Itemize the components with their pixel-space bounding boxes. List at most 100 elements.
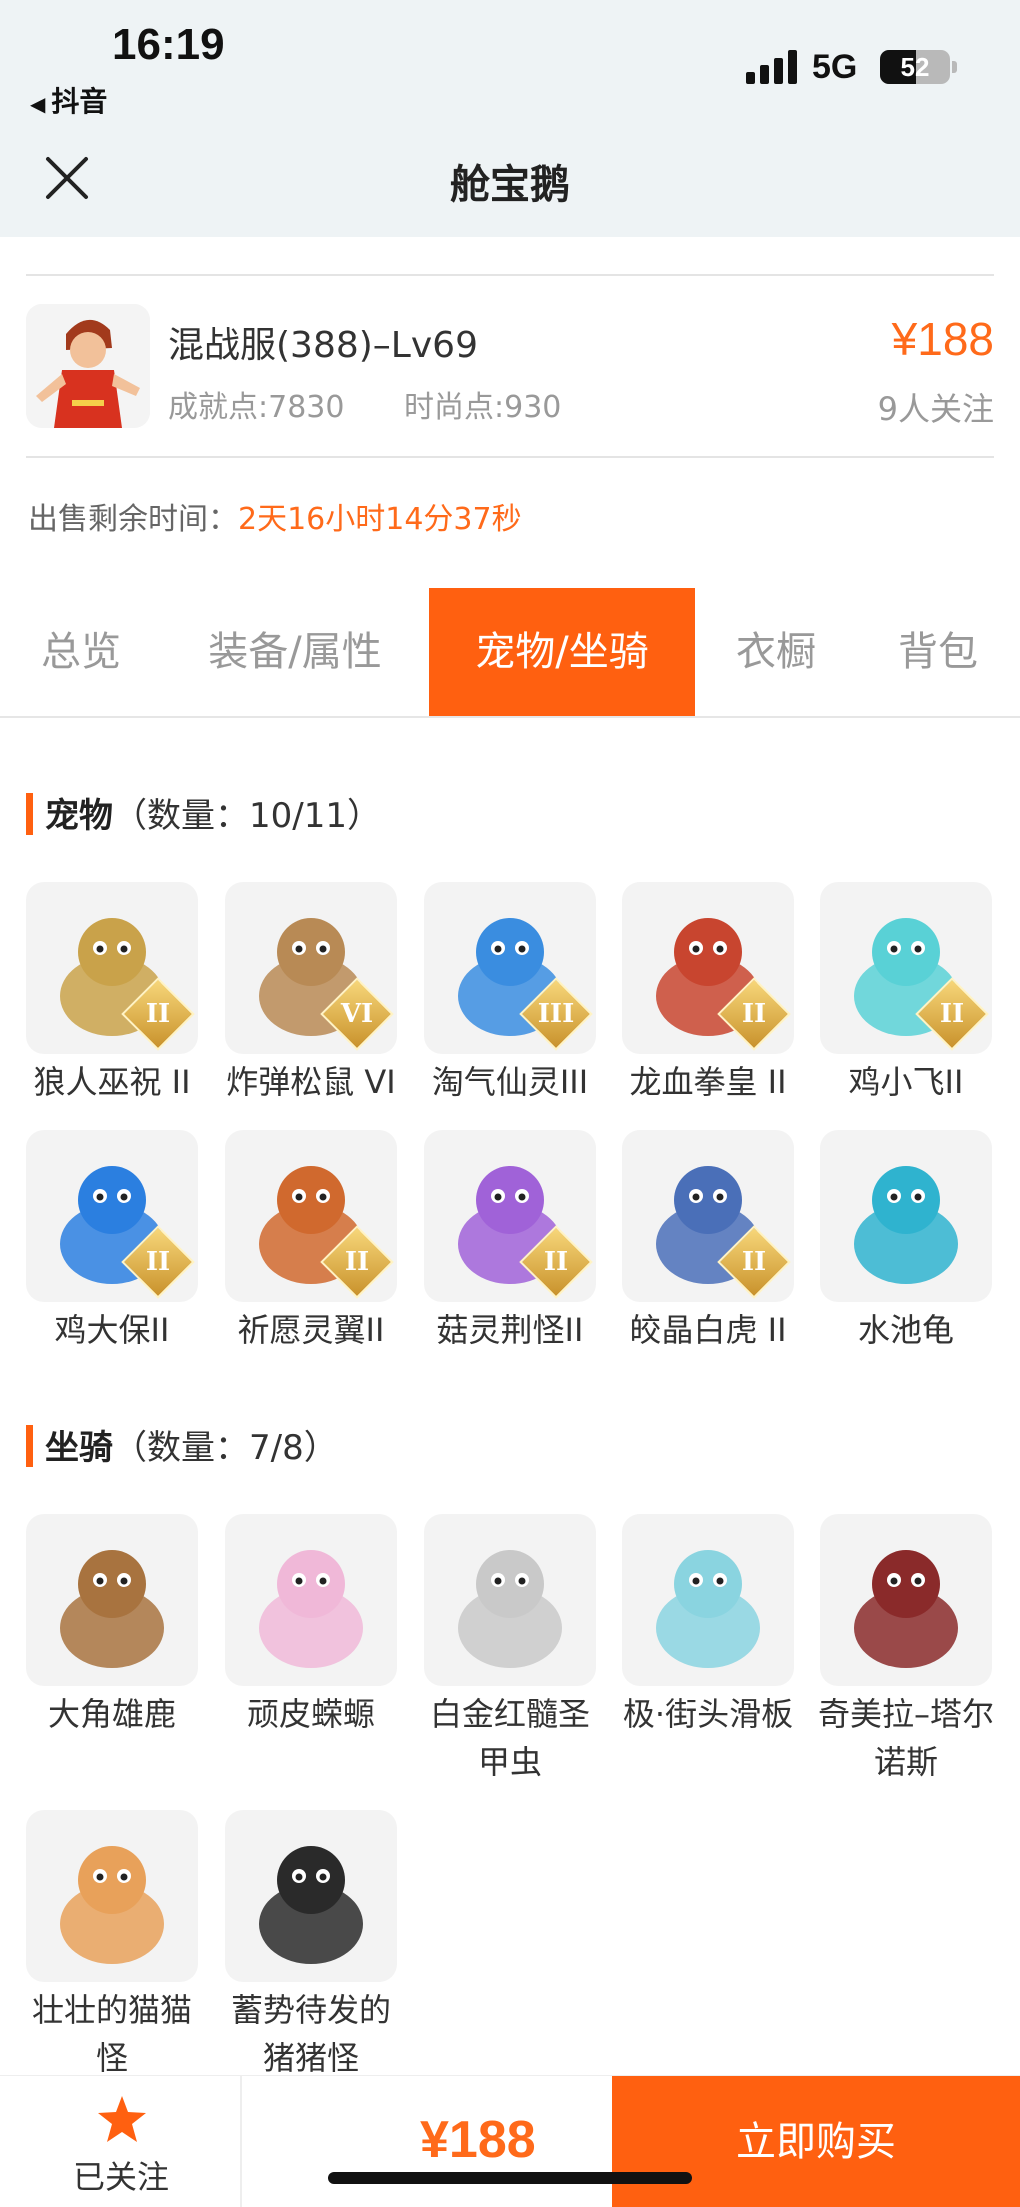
pets-title: 宠物	[45, 796, 113, 836]
signal-icon	[746, 50, 798, 84]
item-name: 壮壮的猫猫怪	[31, 1991, 192, 2077]
bottom-price: ¥188	[420, 2111, 536, 2169]
divider	[26, 456, 994, 458]
mushroom-spirit-icon: II	[424, 1130, 596, 1302]
rank-badge-label: II	[145, 1247, 171, 1277]
grid-item[interactable]: 水池龟	[820, 1130, 992, 1354]
grid-item[interactable]: 白金红髓圣甲虫	[424, 1514, 596, 1786]
item-name: 菇灵荆怪II	[436, 1311, 584, 1349]
back-app-label: 抖音	[51, 85, 108, 118]
rank-badge-label: III	[537, 999, 575, 1029]
grid-item[interactable]: II 鸡大保II	[26, 1130, 198, 1354]
mounts-section-title: 坐骑（数量：7/8）	[26, 1420, 338, 1469]
buy-now-button[interactable]: 立即购买	[612, 2076, 1020, 2207]
chubby-cat-icon	[26, 1810, 198, 1982]
bottom-action-bar: 已关注 ¥188 立即购买	[0, 2075, 1020, 2207]
battery-icon: 52	[880, 50, 950, 84]
grid-item[interactable]: II 皎晶白虎 II	[622, 1130, 794, 1354]
tab-pets-mounts[interactable]: 宠物/坐骑	[429, 588, 695, 716]
chick-fly-icon: II	[820, 882, 992, 1054]
follow-label: 已关注	[72, 2158, 169, 2196]
grid-item[interactable]: 顽皮蝾螈	[225, 1514, 397, 1738]
ready-pig-icon	[225, 1810, 397, 1982]
rank-badge-label: II	[344, 1247, 370, 1277]
grid-item[interactable]: 蓄势待发的猪猪怪	[225, 1810, 397, 2082]
rank-badge-label: II	[741, 999, 767, 1029]
naughty-spirit-icon: III	[424, 882, 596, 1054]
back-to-app-link[interactable]: ◀ 抖音	[30, 80, 107, 120]
item-name: 鸡小飞II	[848, 1063, 964, 1101]
achievement-points: 成就点:7830	[168, 390, 345, 425]
naughty-salamander-icon	[225, 1514, 397, 1686]
item-name: 白金红髓圣甲虫	[429, 1695, 590, 1781]
rank-badge-label: II	[741, 1247, 767, 1277]
grid-item[interactable]: II 鸡小飞II	[820, 882, 992, 1106]
street-skateboard-icon	[622, 1514, 794, 1686]
item-name: 皎晶白虎 II	[629, 1311, 787, 1349]
tab-overview[interactable]: 总览	[0, 588, 162, 716]
remaining-time-label: 出售剩余时间：	[28, 502, 238, 537]
tab-backpack[interactable]: 背包	[876, 588, 1000, 716]
white-tiger-icon: II	[622, 1130, 794, 1302]
product-price: ¥188	[891, 313, 994, 365]
grid-item[interactable]: II 菇灵荆怪II	[424, 1130, 596, 1354]
great-elk-icon	[26, 1514, 198, 1686]
item-name: 水池龟	[857, 1311, 954, 1349]
rank-badge-label: II	[939, 999, 965, 1029]
item-name: 蓄势待发的猪猪怪	[230, 1991, 391, 2077]
remaining-time: 出售剩余时间：2天16小时14分37秒	[28, 494, 522, 538]
bomb-squirrel-icon: VI	[225, 882, 397, 1054]
section-accent-bar	[26, 1425, 33, 1467]
mounts-title: 坐骑	[45, 1428, 113, 1468]
character-avatar	[26, 304, 150, 428]
item-name: 淘气仙灵III	[431, 1063, 589, 1101]
chimera-icon	[820, 1514, 992, 1686]
item-name: 狼人巫祝 II	[33, 1063, 191, 1101]
watcher-count: 9人关注	[877, 390, 994, 428]
grid-item[interactable]: III 淘气仙灵III	[424, 882, 596, 1106]
remaining-time-value: 2天16小时14分37秒	[238, 502, 522, 537]
item-name: 龙血拳皇 II	[629, 1063, 787, 1101]
item-name: 炸弹松鼠 VI	[226, 1063, 396, 1101]
grid-item[interactable]: VI 炸弹松鼠 VI	[225, 882, 397, 1106]
tab-equipment[interactable]: 装备/属性	[182, 588, 408, 716]
grid-item[interactable]: 奇美拉–塔尔诺斯	[818, 1514, 994, 1786]
pond-turtle-icon	[820, 1130, 992, 1302]
section-accent-bar	[26, 793, 33, 835]
star-icon	[98, 2096, 146, 2142]
item-name: 祈愿灵翼II	[237, 1311, 385, 1349]
header: 16:19 ◀ 抖音 5G 52 舱宝鹅	[0, 0, 1020, 237]
pets-section-title: 宠物（数量：10/11）	[26, 788, 381, 837]
item-name: 奇美拉–塔尔诺斯	[817, 1695, 994, 1781]
chick-guard-icon: II	[26, 1130, 198, 1302]
battery-tip	[952, 61, 957, 73]
tab-wardrobe[interactable]: 衣橱	[714, 588, 838, 716]
tab-divider	[0, 716, 1020, 718]
grid-item[interactable]: II 祈愿灵翼II	[225, 1130, 397, 1354]
product-name: 混战服(388)–Lv69	[168, 325, 478, 366]
grid-item[interactable]: II 狼人巫祝 II	[26, 882, 198, 1106]
wish-wing-icon: II	[225, 1130, 397, 1302]
rank-badge-label: II	[145, 999, 171, 1029]
follow-button[interactable]: 已关注	[0, 2076, 242, 2207]
status-time: 16:19	[112, 20, 225, 69]
wolf-shaman-icon: II	[26, 882, 198, 1054]
rank-badge-label: II	[543, 1247, 569, 1277]
network-type: 5G	[812, 48, 858, 86]
divider	[26, 274, 994, 276]
back-triangle-icon: ◀	[30, 92, 46, 116]
grid-item[interactable]: 大角雄鹿	[26, 1514, 198, 1738]
pets-count: （数量：10/11）	[113, 796, 381, 836]
rank-badge-label: VI	[340, 999, 374, 1029]
grid-item[interactable]: II 龙血拳皇 II	[622, 882, 794, 1106]
platinum-beetle-icon	[424, 1514, 596, 1686]
tab-bar: 总览 装备/属性 宠物/坐骑 衣橱 背包	[0, 588, 1020, 716]
home-indicator[interactable]	[328, 2172, 692, 2184]
item-name: 极·街头滑板	[622, 1695, 794, 1733]
item-name: 大角雄鹿	[47, 1695, 176, 1733]
item-name: 顽皮蝾螈	[246, 1695, 375, 1733]
grid-item[interactable]: 极·街头滑板	[622, 1514, 794, 1738]
page-title: 舱宝鹅	[450, 162, 570, 208]
grid-item[interactable]: 壮壮的猫猫怪	[26, 1810, 198, 2082]
fashion-points: 时尚点:930	[404, 390, 562, 425]
